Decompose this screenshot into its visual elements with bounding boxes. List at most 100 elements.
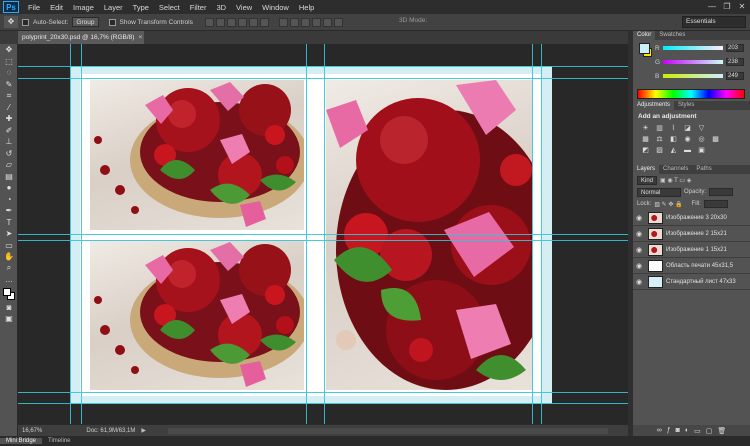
align-bottom-icon[interactable] [226,17,236,27]
guide-vertical[interactable] [306,44,307,424]
marquee-tool-icon[interactable]: ⬚ [0,56,18,68]
opacity-field[interactable] [709,188,734,196]
brush-tool-icon[interactable]: ✐ [0,125,18,137]
canvas-area[interactable] [18,44,628,424]
align-hcenter-icon[interactable] [248,17,258,27]
distribute-right-icon[interactable] [333,17,343,27]
filter-icons[interactable]: ▣ ◉ T ▭ ◈ [660,177,691,184]
healing-brush-tool-icon[interactable]: ✚ [0,113,18,125]
blur-tool-icon[interactable]: ● [0,182,18,194]
guide-vertical[interactable] [541,44,542,424]
blue-value[interactable]: 249 [726,72,744,80]
visibility-eye-icon[interactable]: ◉ [633,262,645,270]
fx-icon[interactable]: ƒ [667,427,671,434]
color-spectrum-ramp[interactable] [637,89,745,99]
photo-right-large[interactable] [326,80,532,390]
document-tab[interactable]: polyprint_20x30.psd @ 16,7% (RGB/8) × [18,31,144,44]
exposure-icon[interactable]: ◪ [683,125,692,133]
tab-layers[interactable]: Layers [633,165,660,174]
path-selection-tool-icon[interactable]: ➤ [0,228,18,240]
layer-kind-filter[interactable]: Kind [637,175,658,185]
hand-tool-icon[interactable]: ✋ [0,251,18,263]
tab-mini-bridge[interactable]: Mini Bridge [0,438,43,444]
menu-help[interactable]: Help [294,3,319,12]
red-slider[interactable]: R 203 [655,43,747,53]
color-balance-icon[interactable]: ⚖ [655,136,664,144]
green-slider[interactable]: G 238 [655,57,747,67]
threshold-icon[interactable]: ◭ [669,147,678,155]
move-tool-preset-icon[interactable]: ✥ [4,16,18,28]
visibility-eye-icon[interactable]: ◉ [633,230,645,238]
foreground-color-swatch[interactable] [3,287,11,296]
move-tool-icon[interactable]: ✥ [0,44,18,56]
tab-adjustments[interactable]: Adjustments [633,101,675,110]
blue-slider[interactable]: B 249 [655,71,747,81]
vibrance-icon[interactable]: ▽ [697,125,706,133]
zoom-level[interactable]: 16,67% [18,428,46,434]
layer-name[interactable]: Изображение 3 20x30 [666,215,727,221]
distribute-top-icon[interactable] [278,17,288,27]
menu-type[interactable]: Type [128,3,154,12]
tab-color[interactable]: Color [633,31,656,40]
invert-icon[interactable]: ◩ [641,147,650,155]
visibility-eye-icon[interactable]: ◉ [633,278,645,286]
visibility-eye-icon[interactable]: ◉ [633,214,645,222]
guide-vertical[interactable] [70,44,71,424]
restore-button[interactable]: ❐ [721,1,733,12]
guide-horizontal[interactable] [18,240,628,241]
type-tool-icon[interactable]: T [0,217,18,229]
layer-row[interactable]: ◉ Изображение 3 20x30 [633,210,750,226]
lasso-tool-icon[interactable]: ◌ [0,67,18,79]
menu-window[interactable]: Window [257,3,294,12]
tab-paths[interactable]: Paths [692,165,715,174]
close-document-icon[interactable]: × [138,34,142,41]
layer-name[interactable]: Изображение 1 15x21 [666,247,727,253]
layer-name[interactable]: Область печати 45x31,5 [666,263,733,269]
guide-horizontal[interactable] [18,78,628,79]
horizontal-scrollbar[interactable] [168,428,608,434]
menu-3d[interactable]: 3D [211,3,231,12]
blend-mode-dropdown[interactable]: Normal [637,187,681,197]
lock-icons[interactable]: ▧ ✎ ✥ 🔒 [654,201,682,208]
menu-edit[interactable]: Edit [45,3,68,12]
layer-row[interactable]: ◉ Область печати 45x31,5 [633,258,750,274]
quick-select-tool-icon[interactable]: ✎ [0,79,18,91]
auto-select-target-dropdown[interactable]: Group [72,17,99,27]
menu-layer[interactable]: Layer [99,3,128,12]
auto-select-checkbox[interactable] [22,18,29,26]
mask-icon[interactable]: ◙ [676,427,680,434]
guide-horizontal[interactable] [18,234,628,235]
folder-icon[interactable]: ▭ [694,427,701,435]
dodge-tool-icon[interactable]: ◔ [0,194,18,206]
photo-bottom-left[interactable] [90,240,304,390]
tab-timeline[interactable]: Timeline [42,438,76,444]
align-left-icon[interactable] [237,17,247,27]
more-tools-icon[interactable]: … [0,274,18,286]
guide-vertical[interactable] [324,44,325,424]
menu-select[interactable]: Select [154,3,185,12]
crop-tool-icon[interactable]: ⌗ [0,90,18,102]
posterize-icon[interactable]: ▨ [655,147,664,155]
black-white-icon[interactable]: ◧ [669,136,678,144]
color-panel-foreground-swatch[interactable] [639,43,650,54]
menu-filter[interactable]: Filter [185,3,212,12]
color-lookup-icon[interactable]: ▩ [711,136,720,144]
layer-row[interactable]: ◉ Стандартный лист 47x33 [633,274,750,290]
distribute-left-icon[interactable] [311,17,321,27]
minimize-button[interactable]: — [706,1,718,12]
levels-icon[interactable]: ▥ [655,125,664,133]
gradient-tool-icon[interactable]: ▤ [0,171,18,183]
photo-top-left[interactable] [90,80,304,230]
workspace-switcher[interactable]: Essentials [682,16,746,28]
curves-icon[interactable]: ⌇ [669,125,678,133]
layer-name[interactable]: Стандартный лист 47x33 [666,279,736,285]
fill-field[interactable] [703,200,728,208]
zoom-tool-icon[interactable]: ⌕ [0,263,18,275]
clone-stamp-tool-icon[interactable]: ⊥ [0,136,18,148]
close-window-button[interactable]: ✕ [736,1,748,12]
tab-styles[interactable]: Styles [674,101,698,110]
guide-vertical[interactable] [81,44,82,424]
channel-mixer-icon[interactable]: ◎ [697,136,706,144]
distribute-bottom-icon[interactable] [300,17,310,27]
menu-image[interactable]: Image [68,3,99,12]
